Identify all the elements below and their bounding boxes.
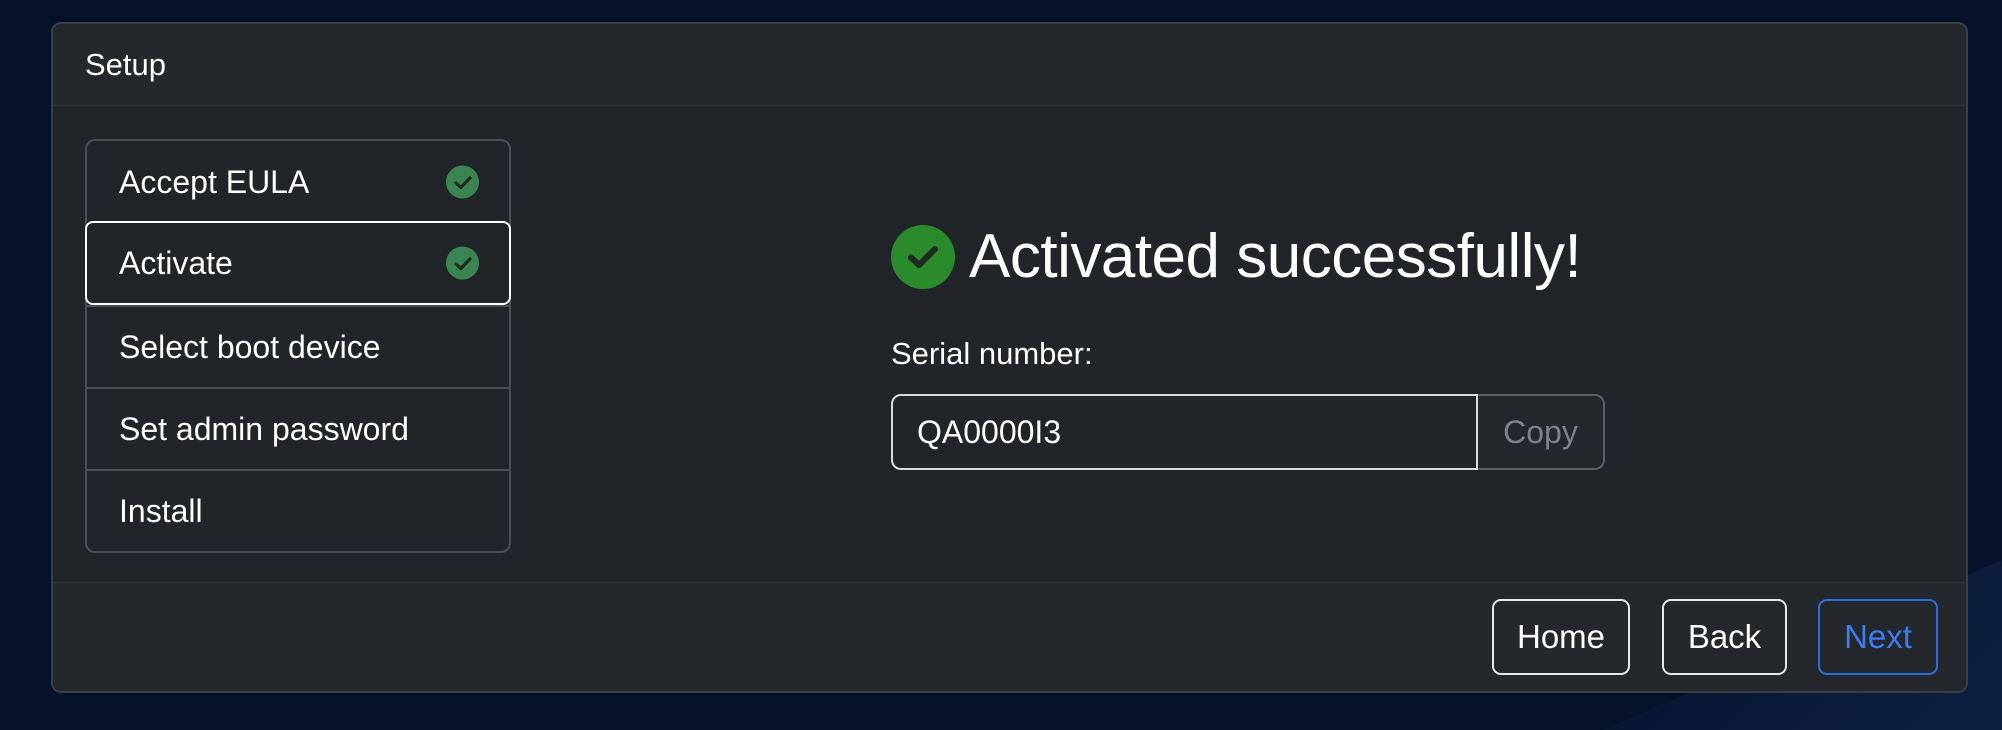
next-button[interactable]: Next — [1818, 599, 1938, 675]
serial-number-label: Serial number: — [891, 336, 1093, 371]
check-circle-icon — [891, 225, 955, 289]
step-set-admin-password[interactable]: Set admin password — [87, 387, 509, 469]
card-footer: Home Back Next — [53, 582, 1966, 691]
check-circle-icon — [446, 165, 479, 199]
success-message: Activated successfully! — [969, 222, 1582, 291]
steps-list: Accept EULA Activate Select boot device … — [85, 139, 511, 553]
step-select-boot-device[interactable]: Select boot device — [87, 305, 509, 387]
step-label: Accept EULA — [119, 163, 310, 200]
serial-number-field[interactable] — [891, 394, 1478, 470]
check-circle-icon — [446, 246, 479, 280]
home-button[interactable]: Home — [1492, 599, 1630, 675]
card-header: Setup — [53, 24, 1966, 106]
serial-number-group: Copy — [891, 394, 1605, 470]
activation-panel: Activated successfully! Serial number: C… — [891, 224, 1605, 470]
step-label: Activate — [119, 244, 233, 281]
page-title: Setup — [85, 46, 167, 82]
step-activate[interactable]: Activate — [85, 221, 511, 305]
step-label: Set admin password — [119, 410, 409, 447]
card-body: Accept EULA Activate Select boot device … — [53, 106, 1966, 586]
copy-button[interactable]: Copy — [1478, 394, 1605, 470]
setup-card: Setup Accept EULA Activate Select boot d… — [51, 22, 1968, 693]
back-button[interactable]: Back — [1662, 599, 1787, 675]
step-label: Select boot device — [119, 328, 381, 365]
step-accept-eula[interactable]: Accept EULA — [87, 141, 509, 223]
step-label: Install — [119, 492, 203, 529]
step-install[interactable]: Install — [87, 469, 509, 551]
success-heading: Activated successfully! — [891, 224, 1605, 290]
